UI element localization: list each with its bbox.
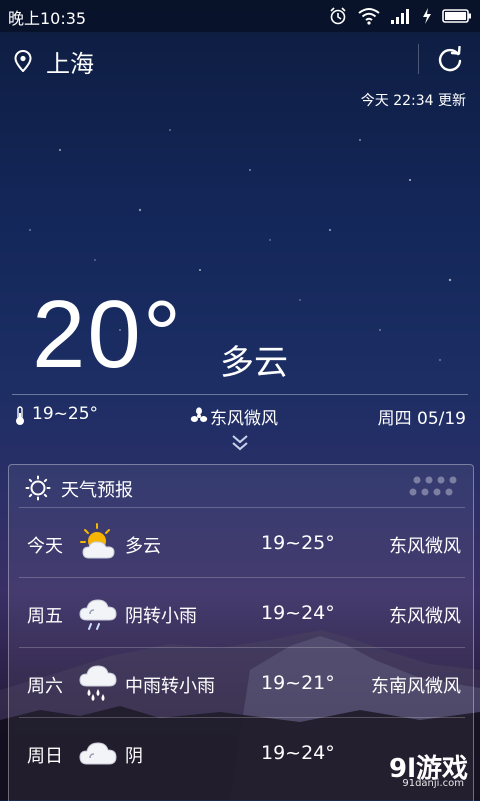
wind-fan-icon — [190, 407, 208, 422]
forecast-range: 19~24° — [261, 742, 335, 764]
location-pin-icon[interactable] — [14, 50, 32, 72]
charging-icon — [423, 8, 431, 24]
forecast-day: 今天 — [27, 536, 63, 557]
current-date: 周四 05/19 — [377, 409, 466, 429]
city-name[interactable]: 上海 — [46, 44, 94, 79]
current-wind: 东风微风 — [210, 409, 278, 429]
expand-chevron-icon[interactable] — [230, 434, 250, 452]
forecast-row[interactable]: 今天 多云 19~25° 东风微风 — [19, 507, 465, 578]
forecast-condition: 中雨转小雨 — [125, 676, 215, 697]
forecast-row[interactable]: 周六 中雨转小雨 19~21° 东南风微风 — [19, 647, 465, 718]
cloud-heavy-rain-icon — [79, 665, 117, 701]
current-temperature: 20° — [32, 281, 184, 388]
status-bar: 晚上10:35 — [0, 0, 480, 32]
forecast-day: 周日 — [27, 746, 63, 767]
forecast-range: 19~25° — [261, 532, 335, 554]
divider-line — [12, 394, 468, 395]
forecast-condition: 阴转小雨 — [125, 606, 197, 627]
forecast-row[interactable]: 周五 阴转小雨 19~24° 东风微风 — [19, 577, 465, 648]
status-time: 晚上10:35 — [8, 9, 87, 28]
watermark: 9l游戏 91danji.com — [362, 748, 472, 794]
forecast-range: 19~24° — [261, 602, 335, 624]
battery-icon — [442, 9, 471, 23]
current-summary-row: 19~25° 东风微风 周四 05/19 — [14, 404, 466, 429]
refresh-icon[interactable] — [436, 46, 464, 74]
sun-icon — [25, 475, 51, 501]
partly-cloudy-icon — [80, 523, 115, 559]
forecast-condition: 阴 — [125, 746, 143, 767]
cloud-rain-icon — [79, 599, 117, 630]
forecast-title: 天气预报 — [61, 480, 133, 501]
update-time: 今天 22:34 更新 — [360, 93, 466, 109]
wifi-icon — [358, 8, 380, 25]
current-condition: 多云 — [220, 343, 288, 383]
header-divider — [418, 44, 419, 74]
forecast-condition: 多云 — [125, 536, 161, 557]
forecast-wind: 东风微风 — [389, 606, 461, 627]
forecast-wind: 东风微风 — [389, 536, 461, 557]
alarm-icon — [330, 7, 346, 25]
thermometer-icon — [16, 406, 24, 425]
forecast-header: 天气预报 — [9, 465, 473, 509]
signal-icon — [391, 9, 409, 24]
forecast-wind: 东南风微风 — [371, 676, 461, 697]
forecast-day: 周五 — [27, 606, 63, 627]
more-dots-icon[interactable] — [407, 475, 459, 497]
forecast-range: 19~21° — [261, 672, 335, 694]
watermark-url: 91danji.com — [402, 778, 464, 789]
status-icons — [328, 4, 472, 28]
today-range: 19~25° — [32, 404, 99, 424]
cloud-icon — [79, 742, 117, 765]
forecast-day: 周六 — [27, 676, 63, 697]
